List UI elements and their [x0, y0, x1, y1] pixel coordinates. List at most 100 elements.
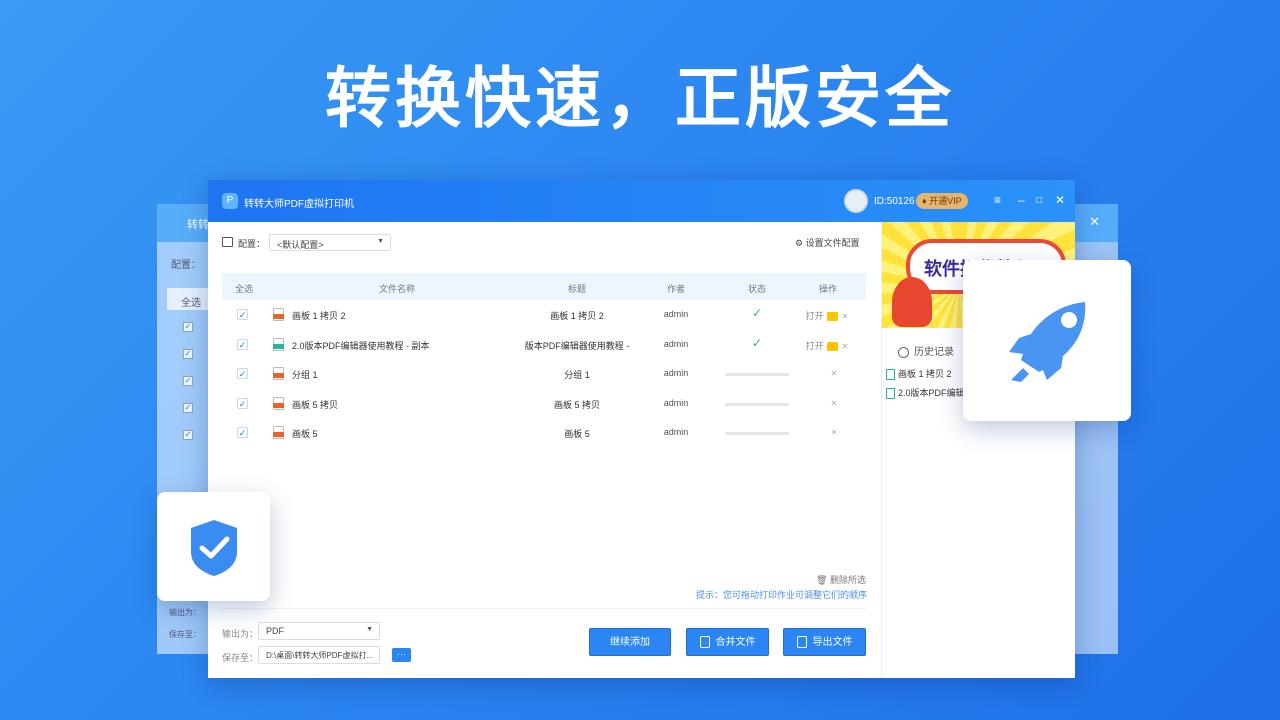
config-value: <默认配置>	[277, 240, 324, 250]
divider	[222, 608, 866, 609]
app-title: 转转大师PDF虚拟打印机	[244, 195, 354, 210]
merge-label: 合并文件	[716, 637, 756, 648]
back-checkbox: ✓	[183, 376, 193, 386]
file-name: 画板 5	[292, 427, 318, 440]
png-file-icon	[273, 308, 284, 321]
table-row[interactable]: ✓ 画板 1 拷贝 2 画板 1 拷贝 2 admin ✓ 打开 ✕	[222, 300, 866, 330]
output-format-select[interactable]: PDF ▼	[258, 622, 380, 640]
folder-icon[interactable]	[827, 342, 838, 351]
config-icon	[222, 237, 233, 247]
progress-bar	[725, 403, 789, 406]
remove-icon[interactable]: ✕	[842, 312, 849, 321]
table-row[interactable]: ✓ 2.0版本PDF编辑器使用教程 - 副本 版本PDF编辑器使用教程 - ad…	[222, 330, 866, 360]
minimize-icon[interactable]: –	[1018, 193, 1025, 207]
remove-icon[interactable]: ✕	[842, 342, 849, 351]
file-author: admin	[652, 309, 700, 319]
vip-label: 开通VIP	[929, 196, 962, 206]
output-format-value: PDF	[266, 626, 284, 636]
export-icon	[797, 636, 807, 648]
merge-button[interactable]: 合并文件	[686, 628, 769, 656]
config-label: 配置：	[238, 237, 265, 250]
trash-icon: 🗑	[816, 575, 827, 585]
history-item[interactable]: 2.0版本PDF编辑器	[886, 386, 974, 399]
config-select[interactable]: <默认配置> ▼	[269, 234, 391, 251]
output-label: 输出为：	[222, 627, 258, 640]
file-title: 画板 5 拷贝	[502, 398, 652, 411]
file-name: 画板 5 拷贝	[292, 398, 338, 411]
file-title: 画板 5	[502, 427, 652, 440]
continue-add-button[interactable]: 继续添加	[589, 628, 671, 656]
rocket-icon	[963, 260, 1131, 421]
row-checkbox[interactable]: ✓	[237, 339, 248, 350]
open-link[interactable]: 打开	[806, 341, 824, 351]
vip-button[interactable]: ♦ 开通VIP	[916, 193, 968, 209]
file-title: 画板 1 拷贝 2	[502, 309, 652, 322]
menu-icon[interactable]: ≡	[994, 193, 1001, 207]
back-checkbox: ✓	[183, 403, 193, 413]
app-window: P 转转大师PDF虚拟打印机 ID:50126 ♦ 开通VIP ≡ – □ ✕ …	[208, 180, 1075, 678]
delete-selected-button[interactable]: 🗑 删除所选	[816, 573, 866, 586]
remove-icon[interactable]: ✕	[824, 428, 844, 437]
title-bar: P 转转大师PDF虚拟打印机 ID:50126 ♦ 开通VIP ≡ – □ ✕	[208, 180, 1075, 222]
row-checkbox[interactable]: ✓	[237, 309, 248, 320]
open-link[interactable]: 打开	[806, 311, 824, 321]
back-checkbox: ✓	[183, 349, 193, 359]
settings-label: 设置文件配置	[806, 238, 860, 248]
clock-icon	[898, 347, 909, 358]
file-author: admin	[652, 368, 700, 378]
header-title: 标题	[502, 282, 652, 295]
back-save-label: 保存至：	[169, 629, 201, 640]
user-id: ID:50126	[874, 196, 915, 207]
history-title: 历史记录	[914, 347, 954, 358]
headline: 转换快速，正版安全	[0, 45, 1280, 141]
back-checkbox: ✓	[183, 322, 193, 332]
save-label: 保存至：	[222, 651, 258, 664]
table-row[interactable]: ✓ 分组 1 分组 1 admin ✕	[222, 359, 866, 389]
back-config-label: 配置：	[171, 256, 201, 271]
table-row[interactable]: ✓ 画板 5 画板 5 admin✕	[222, 418, 866, 448]
history-header: 历史记录	[898, 343, 954, 358]
header-select-all[interactable]: 全选	[222, 282, 266, 295]
table-row[interactable]: ✓ 画板 5 拷贝 画板 5 拷贝 admin ✕	[222, 389, 866, 419]
file-author: admin	[652, 339, 700, 349]
folder-icon[interactable]	[827, 312, 838, 321]
file-name: 2.0版本PDF编辑器使用教程 - 副本	[292, 339, 430, 352]
save-path-input[interactable]: D:\桌面\转转大师PDF虚拟打...	[258, 646, 380, 664]
security-card	[157, 492, 270, 601]
remove-icon[interactable]: ✕	[824, 369, 844, 378]
row-checkbox[interactable]: ✓	[237, 427, 248, 438]
maximize-icon[interactable]: □	[1036, 195, 1042, 206]
close-icon[interactable]: ✕	[1055, 193, 1065, 207]
chevron-down-icon: ▼	[377, 238, 384, 245]
chevron-down-icon: ▼	[366, 626, 373, 633]
export-button[interactable]: 导出文件	[783, 628, 866, 656]
row-checkbox[interactable]: ✓	[237, 398, 248, 409]
header-author: 作者	[652, 282, 700, 295]
file-name: 分组 1	[292, 368, 318, 381]
speed-card	[963, 260, 1131, 421]
merge-icon	[700, 636, 710, 648]
row-checkbox[interactable]: ✓	[237, 368, 248, 379]
row-actions: 打开 ✕	[792, 339, 862, 352]
app-logo-icon: P	[222, 193, 238, 209]
export-label: 导出文件	[813, 637, 853, 648]
progress-bar	[725, 373, 789, 376]
history-item[interactable]: 画板 1 拷贝 2	[886, 367, 952, 380]
settings-link[interactable]: ⚙ 设置文件配置	[795, 236, 860, 249]
remove-icon[interactable]: ✕	[824, 399, 844, 408]
file-title: 分组 1	[502, 368, 652, 381]
png-file-icon	[273, 397, 284, 410]
png-file-icon	[273, 426, 284, 439]
header-action: 操作	[802, 282, 854, 295]
file-name: 画板 1 拷贝 2	[292, 309, 346, 322]
row-actions: 打开 ✕	[792, 309, 862, 322]
pdf-file-icon	[273, 338, 284, 351]
file-author: admin	[652, 398, 700, 408]
gear-icon: ⚙	[795, 238, 803, 248]
pdf-file-icon	[886, 388, 895, 399]
avatar[interactable]	[844, 189, 868, 213]
shield-check-icon	[157, 492, 270, 601]
browse-button[interactable]: ···	[392, 648, 411, 662]
success-check-icon: ✓	[732, 306, 782, 320]
banner-illustration	[892, 277, 932, 327]
